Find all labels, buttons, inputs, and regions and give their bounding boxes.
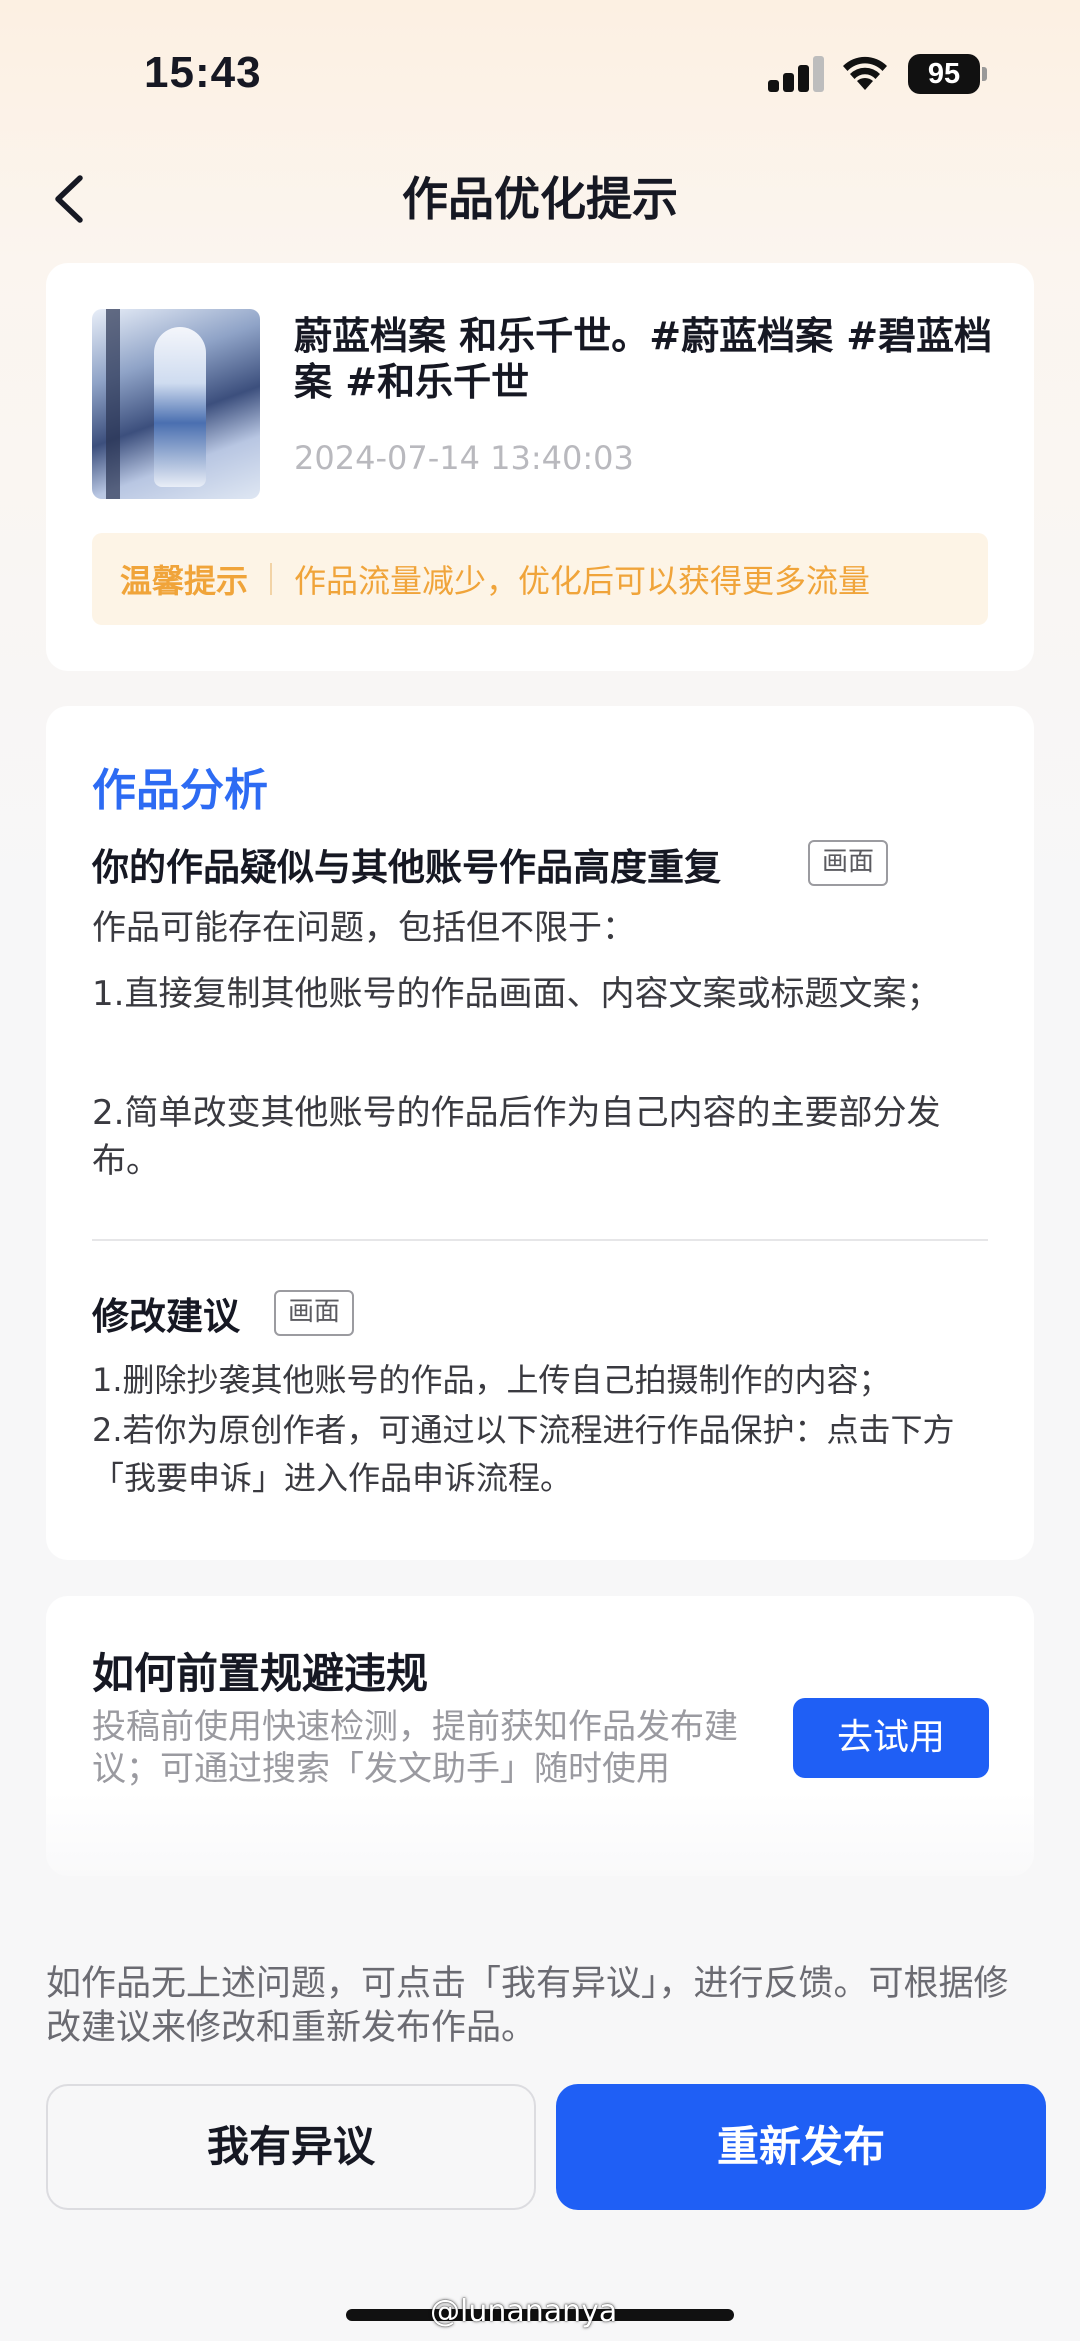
post-title: 蔚蓝档案 和乐千世。#蔚蓝档案 #碧蓝档案 #和乐千世 xyxy=(294,314,993,404)
issue-heading: 你的作品疑似与其他账号作品高度重复 xyxy=(92,846,721,889)
cellular-signal-icon xyxy=(768,56,826,92)
status-bar: 15:43 95 xyxy=(0,0,1080,140)
tip-banner: 温馨提示 作品流量减少，优化后可以获得更多流量 xyxy=(92,533,988,625)
watermark: @lunananya xyxy=(430,2294,618,2329)
tip-divider xyxy=(270,563,273,595)
issue-item: 2.简单改变其他账号的作品后作为自己内容的主要部分发布。 xyxy=(92,1093,941,1181)
wifi-icon xyxy=(843,56,887,90)
prevention-card: 如何前置规避违规 投稿前使用快速检测，提前获知作品发布建议；可通过搜索「发文助手… xyxy=(46,1596,1034,1876)
try-button[interactable]: 去试用 xyxy=(793,1698,989,1778)
footer-note: 如作品无上述问题，可点击「我有异议」，进行反馈。可根据修改建议来修改和重新发布作… xyxy=(46,1964,1009,2048)
divider xyxy=(92,1239,988,1241)
suggestion-tag: 画面 xyxy=(274,1290,355,1336)
objection-button[interactable]: 我有异议 xyxy=(46,2084,536,2210)
suggestion-item: 1.删除抄袭其他账号的作品，上传自己拍摄制作的内容； xyxy=(92,1361,891,1399)
post-card[interactable]: 蔚蓝档案 和乐千世。#蔚蓝档案 #碧蓝档案 #和乐千世 2024-07-14 1… xyxy=(46,263,1034,671)
page-title: 作品优化提示 xyxy=(402,172,678,226)
prevention-description: 投稿前使用快速检测，提前获知作品发布建议；可通过搜索「发文助手」随时使用 xyxy=(92,1707,738,1789)
tip-text: 作品流量减少，优化后可以获得更多流量 xyxy=(294,562,871,600)
suggestion-item: 2.若你为原创作者，可通过以下流程进行作品保护：点击下方「我要申诉」进入作品申诉… xyxy=(92,1411,955,1497)
suggestion-heading: 修改建议 xyxy=(92,1295,240,1338)
back-arrow-icon[interactable] xyxy=(44,166,94,232)
battery-level: 95 xyxy=(908,54,980,94)
issue-item: 1.直接复制其他账号的作品画面、内容文案或标题文案； xyxy=(92,974,941,1014)
tip-label: 温馨提示 xyxy=(120,562,249,600)
battery-icon: 95 xyxy=(908,54,987,94)
issue-intro: 作品可能存在问题，包括但不限于： xyxy=(92,908,636,948)
analysis-card: 作品分析 你的作品疑似与其他账号作品高度重复 画面 作品可能存在问题，包括但不限… xyxy=(46,706,1034,1560)
prevention-title: 如何前置规避违规 xyxy=(92,1649,429,1698)
republish-button[interactable]: 重新发布 xyxy=(556,2084,1046,2210)
post-date: 2024-07-14 13:40:03 xyxy=(294,439,634,477)
status-time: 15:43 xyxy=(144,48,262,97)
issue-tag: 画面 xyxy=(808,840,889,886)
analysis-section-title: 作品分析 xyxy=(92,765,268,816)
post-thumbnail[interactable] xyxy=(92,309,260,499)
